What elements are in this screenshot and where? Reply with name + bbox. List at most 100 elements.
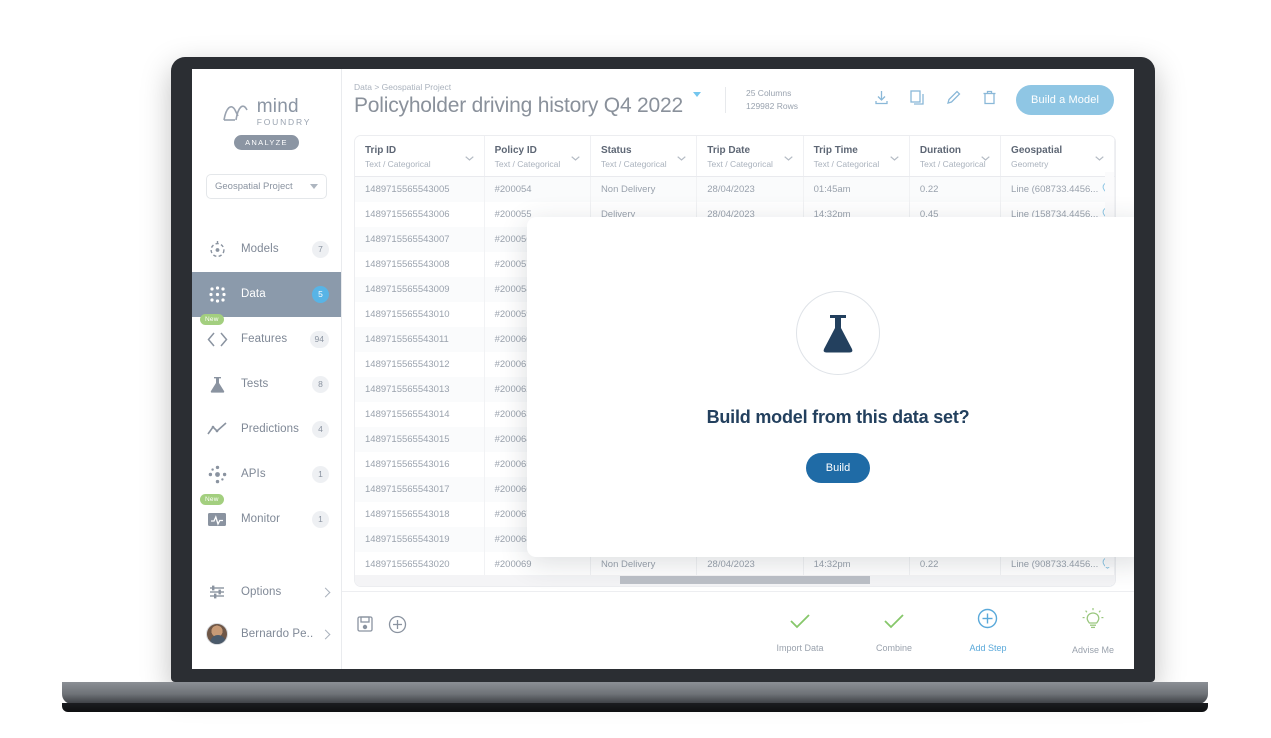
chevron-down-icon[interactable] <box>571 148 580 161</box>
table-row[interactable]: 1489715565543005 #200054 Non Delivery 28/04… <box>355 176 1115 202</box>
table-column-header[interactable]: Trip ID Text / Categorical <box>355 136 485 177</box>
data-icon <box>206 285 228 304</box>
geospatial-value: Line (908733.4456... <box>1011 559 1099 570</box>
brand-logo: mind FOUNDRY ANALYZE <box>192 69 341 150</box>
save-icon[interactable] <box>356 615 374 638</box>
table-cell-trip-id: 1489715565543012 <box>355 352 485 377</box>
chevron-down-icon[interactable] <box>677 148 686 161</box>
project-selector[interactable]: Geospatial Project <box>206 173 327 199</box>
table-column-header[interactable]: Duration Text / Categorical <box>909 136 1002 177</box>
table-cell-status: Non Delivery <box>590 176 698 202</box>
table-cell-trip-id: 1489715565543008 <box>355 252 485 277</box>
new-badge: New <box>200 493 224 505</box>
step-combine[interactable]: Combine <box>862 613 926 653</box>
table-cell-policy-id: #200054 <box>484 176 591 202</box>
avatar <box>206 623 228 645</box>
table-column-header[interactable]: Policy ID Text / Categorical <box>484 136 591 177</box>
table-header-row: Trip ID Text / Categorical Policy ID Tex… <box>355 136 1115 177</box>
table-cell-trip-id: 1489715565543020 <box>355 552 485 577</box>
sidebar-bottom: Options Bernardo Pe.. <box>192 571 341 655</box>
sidebar-item-tests[interactable]: Tests 8 <box>192 362 341 407</box>
sidebar-item-models[interactable]: Models 7 <box>192 227 341 272</box>
sidebar-item-user-profile[interactable]: Bernardo Pe.. <box>192 613 341 655</box>
column-type: Text / Categorical <box>919 159 986 169</box>
table-cell-trip-id: 1489715565543015 <box>355 427 485 452</box>
code-brackets-icon <box>206 331 228 348</box>
plus-circle-icon <box>977 608 998 634</box>
title-dropdown-button[interactable] <box>692 92 701 115</box>
chevron-down-icon[interactable] <box>981 148 990 161</box>
models-icon <box>206 240 228 259</box>
add-circle-icon[interactable] <box>388 615 407 639</box>
new-badge: New <box>200 313 224 325</box>
table-horizontal-scrollbar[interactable] <box>355 575 1115 586</box>
sidebar-item-badge: 94 <box>309 330 329 348</box>
sidebar-item-label: Options <box>241 586 282 598</box>
column-type: Text / Categorical <box>813 159 880 169</box>
delete-icon[interactable] <box>981 89 998 111</box>
sidebar-item-badge: 7 <box>312 240 329 258</box>
column-name: Trip Date <box>707 145 751 156</box>
column-name: Trip ID <box>365 145 397 156</box>
table-cell-trip-id: 1489715565543006 <box>355 202 485 227</box>
sidebar-item-label: Tests <box>241 378 269 390</box>
brand-subname: FOUNDRY <box>256 117 312 127</box>
sidebar-item-apis[interactable]: APIs 1 <box>192 452 341 497</box>
sidebar-item-label: Monitor <box>241 513 281 525</box>
sidebar-item-label: Data <box>241 288 266 300</box>
advise-me-label: Advise Me <box>1071 644 1114 655</box>
rows-count: 129982 Rows <box>745 101 798 111</box>
build-button[interactable]: Build <box>805 453 871 483</box>
sidebar-nav: Models 7 Data 5 New Features 94 Tests 8 Predi… <box>192 227 341 542</box>
step-label: Import Data <box>776 643 824 653</box>
chevron-down-icon[interactable] <box>1095 148 1104 161</box>
line-chart-icon <box>206 421 228 437</box>
table-cell-trip-id: 1489715565543011 <box>355 327 485 352</box>
edit-icon[interactable] <box>945 89 962 111</box>
step-add-step[interactable]: Add Step <box>956 608 1020 653</box>
sidebar-item-options[interactable]: Options <box>192 571 341 613</box>
step-import-data[interactable]: Import Data <box>768 613 832 653</box>
table-column-header[interactable]: Status Text / Categorical <box>590 136 698 177</box>
table-cell-trip-id: 1489715565543014 <box>355 402 485 427</box>
table-cell-trip-id: 1489715565543007 <box>355 227 485 252</box>
chevron-down-icon[interactable] <box>890 148 899 161</box>
table-cell-trip-id: 1489715565543019 <box>355 527 485 552</box>
mind-foundry-logo-icon <box>222 101 252 122</box>
column-type: Text / Categorical <box>494 159 561 169</box>
pipeline-steps: Import Data Combine Add Step <box>768 608 1020 653</box>
sidebar-item-label: Bernardo Pe.. <box>241 628 314 640</box>
sidebar-item-monitor[interactable]: New Monitor 1 <box>192 493 341 542</box>
flask-icon <box>796 291 880 375</box>
breadcrumb[interactable]: Data > Geospatial Project <box>354 82 701 92</box>
sidebar-item-label: APIs <box>241 468 266 480</box>
check-icon <box>883 613 905 634</box>
table-cell-trip-id: 1489715565543010 <box>355 302 485 327</box>
table-column-header[interactable]: Trip Time Text / Categorical <box>803 136 910 177</box>
build-model-modal: Build model from this data set? Build <box>527 217 1134 557</box>
laptop-shadow <box>62 703 1208 712</box>
step-label: Add Step <box>969 643 1007 653</box>
geospatial-value: Line (608733.4456... <box>1011 184 1099 195</box>
table-horizontal-scroll-thumb[interactable] <box>620 576 870 584</box>
sidebar-item-predictions[interactable]: Predictions 4 <box>192 407 341 452</box>
sidebar-item-data[interactable]: Data 5 <box>192 271 341 317</box>
chevron-down-icon[interactable] <box>783 148 793 161</box>
build-a-model-button[interactable]: Build a Model <box>1016 85 1114 115</box>
column-type: Geometry <box>1011 159 1049 169</box>
step-label: Combine <box>875 643 912 653</box>
column-type: Text / Categorical <box>707 159 773 169</box>
table-column-header[interactable]: Geospatial Geometry <box>1000 136 1115 177</box>
chevron-down-icon[interactable] <box>464 148 474 161</box>
main-content: Data > Geospatial Project Policyholder d… <box>342 69 1134 669</box>
sidebar-item-features[interactable]: New Features 94 <box>192 313 341 362</box>
duplicate-icon[interactable] <box>909 89 926 111</box>
sidebar-item-label: Models <box>241 243 279 255</box>
chevron-right-icon <box>320 587 331 597</box>
page-header: Data > Geospatial Project Policyholder d… <box>342 69 1134 131</box>
download-icon[interactable] <box>873 89 890 111</box>
advise-me-button[interactable]: Advise Me <box>1072 607 1114 655</box>
table-cell-trip-id: 1489715565543018 <box>355 502 485 527</box>
table-column-header[interactable]: Trip Date Text / Categorical <box>696 136 804 177</box>
column-type: Text / Categorical <box>365 159 431 169</box>
